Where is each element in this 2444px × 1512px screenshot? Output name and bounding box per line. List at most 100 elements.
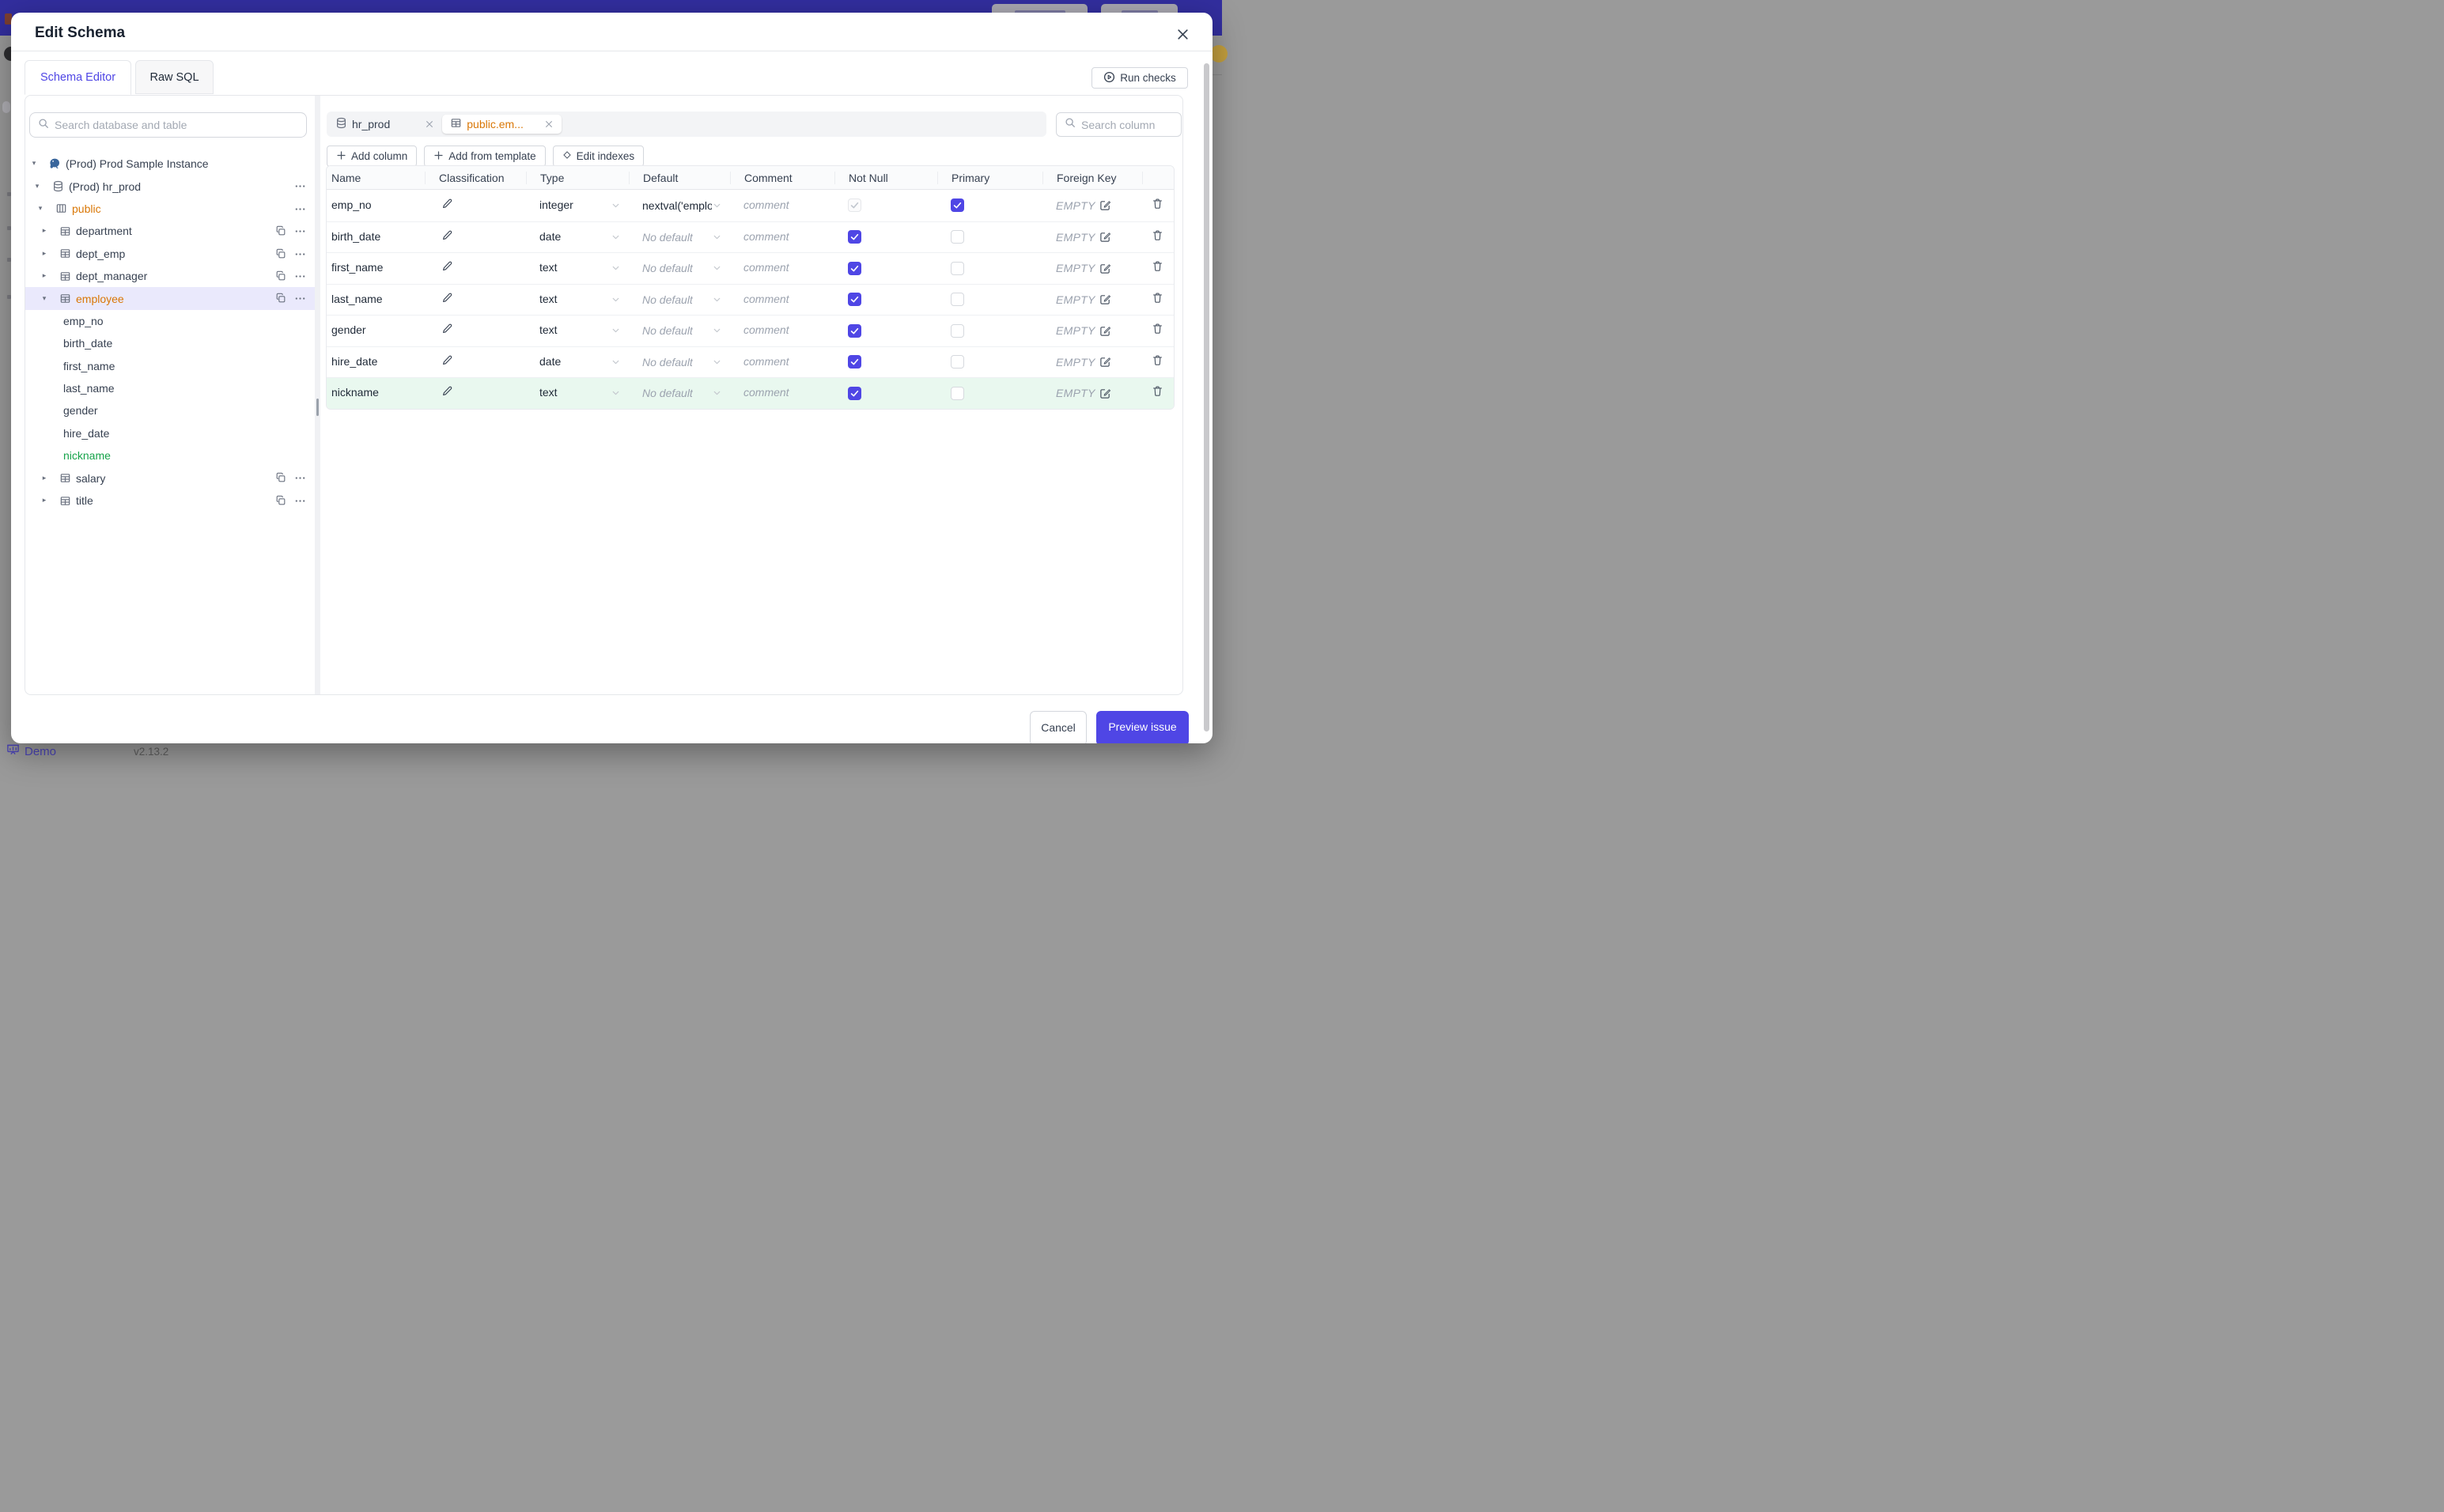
not-null-checkbox[interactable]	[848, 355, 861, 369]
chevron-down-arrow[interactable]: ▾	[32, 205, 48, 213]
trash-icon[interactable]	[1152, 198, 1163, 210]
copy-icon[interactable]	[275, 270, 286, 284]
modal-scrollbar[interactable]	[1204, 63, 1209, 731]
chevron-down-arrow[interactable]: ▾	[26, 160, 42, 168]
default-select[interactable]: No default	[629, 386, 730, 400]
close-tab-icon[interactable]	[425, 119, 434, 129]
trash-icon[interactable]	[1152, 323, 1163, 335]
open-tab-public-employee[interactable]: public.em...	[442, 115, 562, 134]
foreign-key-edit[interactable]: EMPTY	[1056, 324, 1142, 337]
pencil-icon[interactable]	[441, 292, 453, 304]
copy-icon[interactable]	[275, 495, 286, 508]
default-select[interactable]: No default	[629, 323, 730, 338]
edit-indexes-button[interactable]: Edit indexes	[552, 146, 645, 167]
trash-icon[interactable]	[1152, 385, 1163, 397]
chevron-down-arrow[interactable]: ▾	[29, 183, 45, 191]
type-select[interactable]: date	[526, 355, 629, 369]
primary-checkbox[interactable]	[951, 198, 964, 213]
tree-item-dept_emp[interactable]: ▸ dept_emp	[25, 243, 315, 265]
primary-checkbox[interactable]	[951, 323, 964, 338]
pencil-icon[interactable]	[441, 354, 453, 366]
foreign-key-edit[interactable]: EMPTY	[1056, 387, 1142, 399]
copy-icon[interactable]	[275, 472, 286, 486]
foreign-key-edit[interactable]: EMPTY	[1056, 293, 1142, 306]
foreign-key-edit[interactable]: EMPTY	[1056, 231, 1142, 244]
not-null-checkbox[interactable]	[848, 386, 861, 400]
comment-input[interactable]: comment	[730, 198, 834, 213]
chevron-right-arrow[interactable]: ▸	[36, 497, 52, 505]
column-name-cell[interactable]: hire_date	[327, 355, 425, 369]
type-select[interactable]: text	[526, 386, 629, 400]
not-null-checkbox[interactable]	[848, 261, 861, 275]
type-select[interactable]: text	[526, 293, 629, 307]
foreign-key-edit[interactable]: EMPTY	[1056, 199, 1142, 212]
pencil-icon[interactable]	[441, 198, 453, 210]
pane-resizer[interactable]	[315, 96, 320, 694]
pane-resizer-handle[interactable]	[316, 399, 319, 416]
tree-item-dept_manager[interactable]: ▸ dept_manager	[25, 265, 315, 287]
copy-icon[interactable]	[275, 225, 286, 239]
tree-item-nickname[interactable]: nickname	[25, 444, 315, 467]
tree-item-birth_date[interactable]: birth_date	[25, 332, 315, 354]
chevron-right-arrow[interactable]: ▸	[36, 474, 52, 482]
comment-input[interactable]: comment	[730, 261, 834, 275]
pencil-icon[interactable]	[441, 260, 453, 272]
column-name-cell[interactable]: gender	[327, 323, 425, 338]
comment-input[interactable]: comment	[730, 323, 834, 338]
more-actions-icon[interactable]	[294, 180, 306, 195]
tree-item-department[interactable]: ▸ department	[25, 220, 315, 242]
add-column-button[interactable]: Add column	[327, 146, 418, 167]
add-from-template-button[interactable]: Add from template	[424, 146, 546, 167]
more-actions-icon[interactable]	[294, 203, 306, 217]
chevron-down-arrow[interactable]: ▾	[36, 295, 52, 303]
default-select[interactable]: nextval('employ	[629, 198, 730, 213]
tree-item-first_name[interactable]: first_name	[25, 355, 315, 377]
close-tab-icon[interactable]	[544, 119, 554, 129]
tree-item-emp_no[interactable]: emp_no	[25, 310, 315, 332]
chevron-right-arrow[interactable]: ▸	[36, 272, 52, 280]
not-null-checkbox[interactable]	[848, 293, 861, 307]
not-null-checkbox[interactable]	[848, 230, 861, 244]
primary-checkbox[interactable]	[951, 293, 964, 307]
column-name-cell[interactable]: birth_date	[327, 230, 425, 244]
more-actions-icon[interactable]	[294, 270, 306, 285]
trash-icon[interactable]	[1152, 292, 1163, 304]
column-name-cell[interactable]: last_name	[327, 293, 425, 307]
pencil-icon[interactable]	[441, 385, 453, 397]
tab-schema-editor[interactable]: Schema Editor	[25, 60, 131, 95]
type-select[interactable]: date	[526, 230, 629, 244]
more-actions-icon[interactable]	[294, 293, 306, 307]
column-name-cell[interactable]: emp_no	[327, 198, 425, 213]
default-select[interactable]: No default	[629, 261, 730, 275]
pencil-icon[interactable]	[441, 229, 453, 241]
copy-icon[interactable]	[275, 248, 286, 262]
comment-input[interactable]: comment	[730, 386, 834, 400]
open-tab-hr-prod[interactable]: hr_prod	[327, 117, 434, 131]
foreign-key-edit[interactable]: EMPTY	[1056, 356, 1142, 369]
foreign-key-edit[interactable]: EMPTY	[1056, 262, 1142, 274]
preview-issue-button[interactable]: Preview issue	[1096, 711, 1189, 743]
tree-item-title[interactable]: ▸ title	[25, 490, 315, 512]
default-select[interactable]: No default	[629, 230, 730, 244]
trash-icon[interactable]	[1152, 260, 1163, 272]
more-actions-icon[interactable]	[294, 248, 306, 263]
close-icon[interactable]	[1172, 24, 1193, 44]
more-actions-icon[interactable]	[294, 495, 306, 509]
default-select[interactable]: No default	[629, 355, 730, 369]
tree-item--prod-prod-sample-instance[interactable]: ▾ (Prod) Prod Sample Instance	[25, 153, 315, 175]
primary-checkbox[interactable]	[951, 355, 964, 369]
tree-item-salary[interactable]: ▸ salary	[25, 467, 315, 489]
cancel-button[interactable]: Cancel	[1030, 711, 1087, 743]
copy-icon[interactable]	[275, 293, 286, 306]
tree-search-input[interactable]	[55, 119, 306, 131]
more-actions-icon[interactable]	[294, 225, 306, 240]
pencil-icon[interactable]	[441, 323, 453, 335]
tree-item-public[interactable]: ▾ public	[25, 198, 315, 220]
type-select[interactable]: integer	[526, 198, 629, 213]
trash-icon[interactable]	[1152, 229, 1163, 241]
default-select[interactable]: No default	[629, 293, 730, 307]
tree-item--prod-hr_prod[interactable]: ▾ (Prod) hr_prod	[25, 175, 315, 197]
tab-raw-sql[interactable]: Raw SQL	[135, 60, 214, 94]
type-select[interactable]: text	[526, 323, 629, 338]
primary-checkbox[interactable]	[951, 386, 964, 400]
